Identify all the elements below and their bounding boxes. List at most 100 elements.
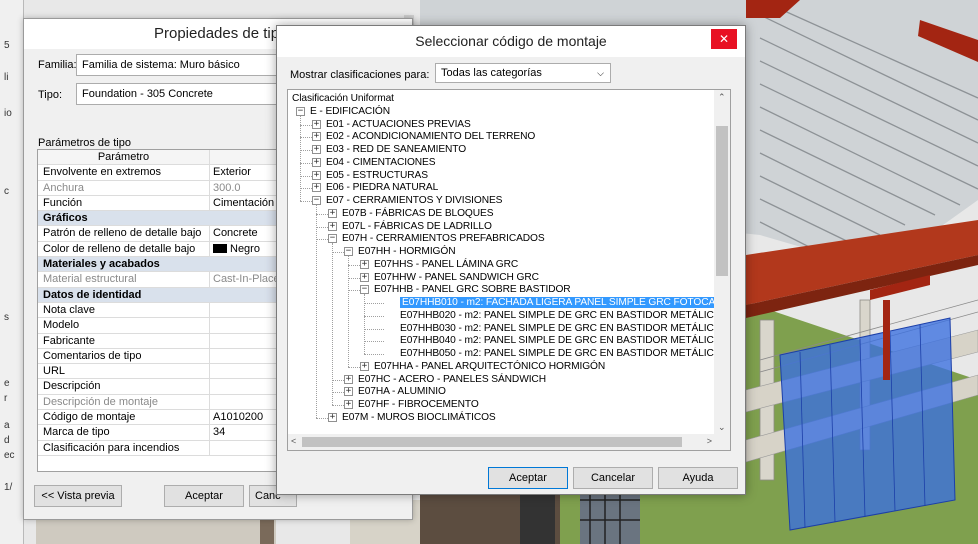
expand-icon[interactable]: + xyxy=(360,272,369,282)
tree-connector xyxy=(332,243,333,405)
expand-icon[interactable]: + xyxy=(360,361,369,371)
tree-item[interactable]: E07HHB030 - m2: PANEL SIMPLE DE GRC EN B… xyxy=(400,323,715,334)
parameter-name: Modelo xyxy=(38,318,210,333)
help-button[interactable]: Ayuda xyxy=(658,467,738,489)
tree-connector xyxy=(316,226,328,228)
expand-icon[interactable]: + xyxy=(328,412,337,422)
tree-connector xyxy=(316,239,328,241)
tree-item[interactable]: E07HHB040 - m2: PANEL SIMPLE DE GRC EN B… xyxy=(400,335,715,346)
expand-icon[interactable]: + xyxy=(328,208,337,218)
tree-connector xyxy=(348,277,360,279)
tree-connector xyxy=(300,175,312,177)
parameter-name: Color de relleno de detalle bajo xyxy=(38,241,210,257)
tree-item[interactable]: E07HC - ACERO - PANELES SÁNDWICH xyxy=(358,374,546,385)
parameter-name: Fabricante xyxy=(38,333,210,348)
collapse-icon[interactable]: − xyxy=(360,285,369,295)
tree-item[interactable]: E07HHB020 - m2: PANEL SIMPLE DE GRC EN B… xyxy=(400,310,715,321)
tree-item[interactable]: E07HHA - PANEL ARQUITECTÓNICO HORMIGÓN xyxy=(374,361,605,372)
category-filter-select[interactable]: Todas las categorías ⌵ xyxy=(435,63,611,83)
collapse-icon[interactable]: − xyxy=(328,234,337,244)
type-label: Tipo: xyxy=(38,89,63,101)
tree-item[interactable]: E07HH - HORMIGÓN xyxy=(358,246,456,257)
tree-connector xyxy=(300,150,312,151)
expand-icon[interactable]: + xyxy=(312,145,321,154)
expand-icon[interactable]: + xyxy=(312,183,321,193)
scroll-right-icon[interactable]: > xyxy=(707,436,712,446)
tree-item-selected[interactable]: E07HHB010 - m2: FACHADA LIGERA PANEL SIM… xyxy=(400,297,715,308)
scroll-left-icon[interactable]: < xyxy=(291,436,296,446)
tree-item[interactable]: E01 - ACTUACIONES PREVIAS xyxy=(326,119,471,130)
chevron-down-icon: ⌵ xyxy=(597,68,604,78)
parameter-name: Descripción de montaje xyxy=(38,394,210,410)
grid-header-parameter: Parámetro xyxy=(38,150,210,165)
parameter-name: Anchura xyxy=(38,180,210,195)
tree-root-label: Clasificación Uniformat xyxy=(292,93,394,104)
expand-icon[interactable]: + xyxy=(312,157,321,167)
preview-button[interactable]: << Vista previa xyxy=(34,485,122,507)
expand-icon[interactable]: + xyxy=(344,400,353,409)
tree-connector xyxy=(300,137,312,139)
vertical-scrollbar[interactable]: ⌃ ⌄ xyxy=(714,90,730,435)
tree-item[interactable]: E07M - MUROS BIOCLIMÁTICOS xyxy=(342,412,496,423)
scroll-up-icon[interactable]: ⌃ xyxy=(718,92,726,103)
tree-item[interactable]: E07 - CERRAMIENTOS Y DIVISIONES xyxy=(326,195,502,206)
tree-connector xyxy=(364,303,384,304)
tree-item[interactable]: E07HHS - PANEL LÁMINA GRC xyxy=(374,259,518,270)
select-assembly-code-dialog: Seleccionar código de montaje ✕ Mostrar … xyxy=(276,25,746,495)
tree-connector xyxy=(332,252,344,253)
dialog-title-bar: Seleccionar código de montaje ✕ xyxy=(277,26,745,57)
parameter-name: Descripción xyxy=(38,379,210,394)
strip-text: 5 xyxy=(4,40,10,51)
parameter-name: Función xyxy=(38,195,210,211)
tree-item[interactable]: E02 - ACONDICIONAMIENTO DEL TERRENO xyxy=(326,131,535,142)
expand-icon[interactable]: + xyxy=(312,119,321,129)
parameter-name: Envolvente en extremos xyxy=(38,165,210,180)
tree-item[interactable]: E07HF - FIBROCEMENTO xyxy=(358,399,479,410)
expand-icon[interactable]: + xyxy=(344,374,353,384)
tree-item[interactable]: E07B - FÁBRICAS DE BLOQUES xyxy=(342,208,494,219)
horizontal-scrollbar[interactable]: < > xyxy=(288,434,715,450)
expand-icon[interactable]: + xyxy=(360,259,369,269)
tree-item[interactable]: E04 - CIMENTACIONES xyxy=(326,157,436,168)
horizontal-scroll-thumb[interactable] xyxy=(302,437,682,447)
expand-icon[interactable]: + xyxy=(312,132,321,142)
tree-item[interactable]: E07HHW - PANEL SANDWICH GRC xyxy=(374,272,539,283)
selected-blue-panel xyxy=(779,317,956,531)
strip-text: a xyxy=(4,420,10,431)
tree-connector xyxy=(332,392,344,394)
scroll-down-icon[interactable]: ⌄ xyxy=(718,422,726,433)
parameter-name: Datos de identidad xyxy=(43,288,142,301)
type-parameters-label: Parámetros de tipo xyxy=(38,137,131,149)
collapse-icon[interactable]: − xyxy=(312,196,321,205)
expand-icon[interactable]: + xyxy=(328,221,337,231)
tree-connector xyxy=(348,264,360,266)
tree-item[interactable]: E07L - FÁBRICAS DE LADRILLO xyxy=(342,221,492,232)
vertical-scroll-thumb[interactable] xyxy=(716,126,728,276)
tree-connector xyxy=(364,328,384,330)
tree-connector xyxy=(364,354,384,355)
collapse-icon[interactable]: − xyxy=(344,247,353,256)
cancel-dialog-button[interactable]: Cancelar xyxy=(573,467,653,489)
expand-icon[interactable]: + xyxy=(312,170,321,180)
color-swatch xyxy=(213,243,227,253)
ok-button[interactable]: Aceptar xyxy=(164,485,244,507)
filter-label: Mostrar clasificaciones para: xyxy=(290,69,430,81)
tree-item[interactable]: E07HHB - PANEL GRC SOBRE BASTIDOR xyxy=(374,284,571,295)
tree-item[interactable]: E07H - CERRAMIENTOS PREFABRICADOS xyxy=(342,233,545,244)
close-icon[interactable]: ✕ xyxy=(711,29,737,49)
tree-item[interactable]: E03 - RED DE SANEAMIENTO xyxy=(326,144,466,155)
accept-button[interactable]: Aceptar xyxy=(488,467,568,489)
parameter-name: Nota clave xyxy=(38,302,210,318)
tree-item[interactable]: E07HHB050 - m2: PANEL SIMPLE DE GRC EN B… xyxy=(400,348,715,359)
tree-connector xyxy=(300,201,312,202)
tree-item[interactable]: E06 - PIEDRA NATURAL xyxy=(326,182,438,193)
collapse-icon[interactable]: − xyxy=(296,106,305,116)
left-properties-strip: 5 li io c s e r a d ec 1/ xyxy=(0,0,24,544)
parameter-name: Clasificación para incendios xyxy=(38,440,210,455)
tree-item[interactable]: E - EDIFICACIÓN xyxy=(310,106,390,117)
tree-connector xyxy=(364,341,384,343)
classification-tree[interactable]: Clasificación Uniformat − E - EDIFICACIÓN +… xyxy=(288,90,715,435)
tree-item[interactable]: E05 - ESTRUCTURAS xyxy=(326,170,428,181)
expand-icon[interactable]: + xyxy=(344,387,353,397)
tree-item[interactable]: E07HA - ALUMINIO xyxy=(358,386,446,397)
